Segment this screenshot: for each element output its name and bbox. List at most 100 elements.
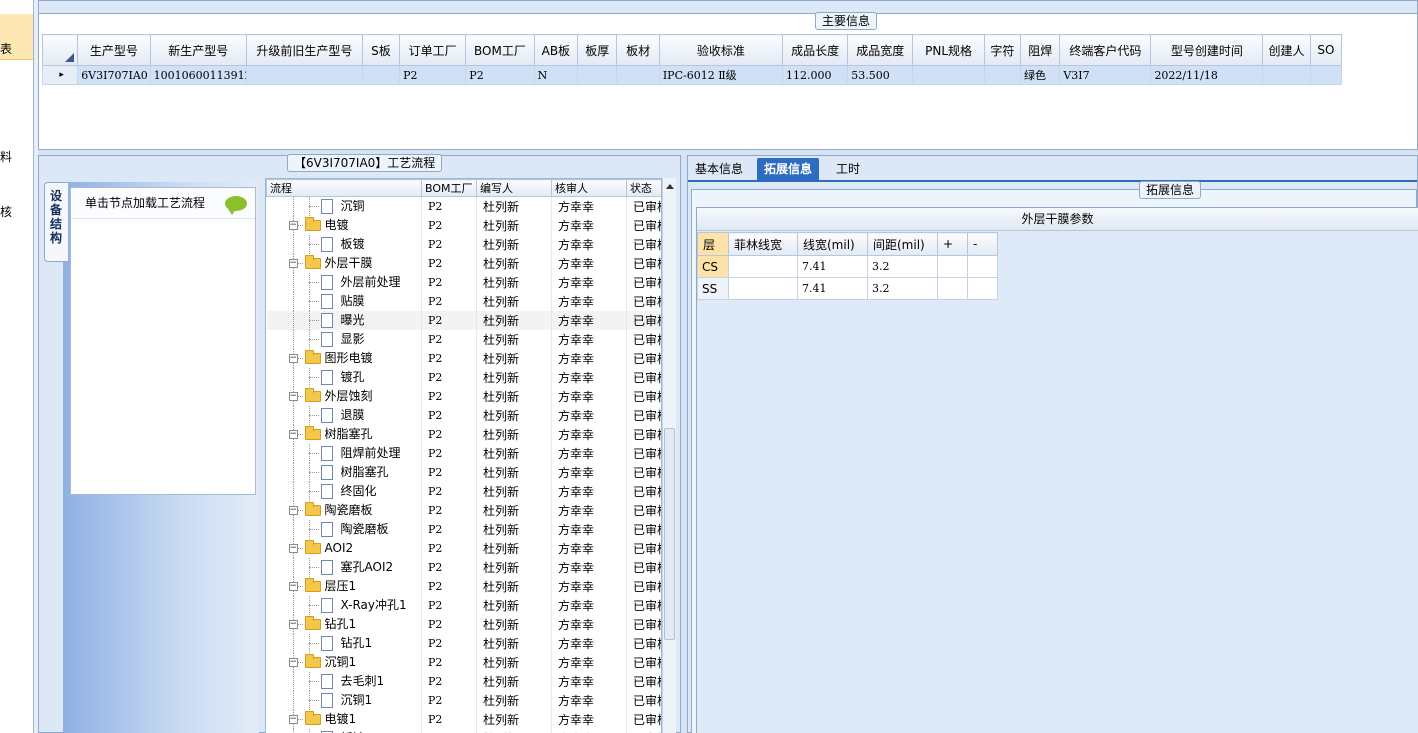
- tree-cell-bom[interactable]: P2: [421, 482, 477, 501]
- tree-cell-bom[interactable]: P2: [421, 501, 477, 520]
- tree-node-cell[interactable]: 外层前处理: [266, 273, 422, 292]
- tree-scrollbar[interactable]: [662, 178, 676, 733]
- tree-node-cell[interactable]: 沉铜: [266, 196, 422, 216]
- params-column-header[interactable]: +: [937, 232, 968, 256]
- collapse-toggle-icon[interactable]: −: [288, 544, 298, 553]
- tree-node[interactable]: − 陶瓷磨板: [267, 501, 421, 520]
- grid-cell[interactable]: [1262, 65, 1311, 85]
- params-cell[interactable]: SS: [697, 277, 729, 300]
- grid-cell[interactable]: [245, 65, 363, 85]
- tree-cell-status[interactable]: 已审核: [626, 273, 661, 292]
- hint-box[interactable]: 单击节点加载工艺流程: [70, 187, 256, 495]
- tree-cell-bom[interactable]: P2: [421, 672, 477, 691]
- grid-column-header[interactable]: 生产型号: [77, 34, 151, 66]
- tree-node[interactable]: 树脂塞孔: [267, 463, 421, 482]
- tree-node-cell[interactable]: 终固化: [266, 482, 422, 501]
- tree-cell-status[interactable]: 已审核: [626, 596, 661, 615]
- tree-cell-writer[interactable]: 杜列新: [476, 501, 552, 520]
- grid-column-header[interactable]: 阻焊: [1020, 34, 1061, 66]
- tree-cell-bom[interactable]: P2: [421, 368, 477, 387]
- grid-column-header[interactable]: 创建人: [1262, 34, 1311, 66]
- tree-node[interactable]: 退膜: [267, 406, 421, 425]
- tree-cell-writer[interactable]: 杜列新: [476, 292, 552, 311]
- tree-row[interactable]: 镀孔 P2杜列新方幸幸已审核: [266, 368, 661, 387]
- tree-node[interactable]: 阻焊前处理: [267, 444, 421, 463]
- tab-2[interactable]: 工时: [829, 158, 867, 180]
- tree-row[interactable]: 显影 P2杜列新方幸幸已审核: [266, 330, 661, 349]
- tree-cell-status[interactable]: 已审核: [626, 368, 661, 387]
- tree-node-cell[interactable]: 贴膜: [266, 292, 422, 311]
- tree-cell-status[interactable]: 已审核: [626, 254, 661, 273]
- tree-node-cell[interactable]: X-Ray冲孔1: [266, 596, 422, 615]
- collapse-toggle-icon[interactable]: −: [288, 259, 298, 268]
- tree-row[interactable]: − AOI2 P2杜列新方幸幸已审核: [266, 539, 661, 558]
- tree-row[interactable]: − 沉铜1 P2杜列新方幸幸已审核: [266, 653, 661, 672]
- tree-cell-status[interactable]: 已审核: [626, 710, 661, 729]
- tree-cell-reviewer[interactable]: 方幸幸: [551, 235, 627, 254]
- tree-cell-status[interactable]: 已审核: [626, 634, 661, 653]
- tree-node-cell[interactable]: − 陶瓷磨板: [266, 501, 422, 520]
- tree-node[interactable]: 板镀1: [267, 729, 421, 733]
- grid-cell[interactable]: V3I7: [1059, 65, 1152, 85]
- tree-node[interactable]: − 层压1: [267, 577, 421, 596]
- tree-row[interactable]: 曝光 P2杜列新方幸幸已审核: [266, 311, 661, 330]
- tree-cell-status[interactable]: 已审核: [626, 196, 661, 216]
- tree-cell-bom[interactable]: P2: [421, 596, 477, 615]
- tree-node[interactable]: X-Ray冲孔1: [267, 596, 421, 615]
- grid-corner[interactable]: [41, 34, 79, 66]
- tree-cell-writer[interactable]: 杜列新: [476, 216, 552, 235]
- tree-node-cell[interactable]: − 电镀1: [266, 710, 422, 729]
- grid-cell[interactable]: 绿色: [1020, 65, 1061, 85]
- tree-column-header[interactable]: 状态: [626, 179, 661, 197]
- grid-column-header[interactable]: SO: [1309, 34, 1343, 66]
- tree-node-cell[interactable]: 退膜: [266, 406, 422, 425]
- tree-cell-writer[interactable]: 杜列新: [476, 482, 552, 501]
- tree-row[interactable]: − 陶瓷磨板 P2杜列新方幸幸已审核: [266, 501, 661, 520]
- tree-node-cell[interactable]: − 电镀: [266, 216, 422, 235]
- tree-cell-status[interactable]: 已审核: [626, 729, 661, 733]
- params-column-header[interactable]: 菲林线宽: [728, 232, 798, 256]
- tree-cell-status[interactable]: 已审核: [626, 539, 661, 558]
- tree-cell-reviewer[interactable]: 方幸幸: [551, 710, 627, 729]
- tree-row[interactable]: 外层前处理 P2杜列新方幸幸已审核: [266, 273, 661, 292]
- params-cell[interactable]: [967, 255, 998, 278]
- tree-cell-reviewer[interactable]: 方幸幸: [551, 368, 627, 387]
- tree-node-cell[interactable]: 板镀1: [266, 729, 422, 733]
- tree-cell-reviewer[interactable]: 方幸幸: [551, 463, 627, 482]
- tree-cell-writer[interactable]: 杜列新: [476, 444, 552, 463]
- tree-cell-reviewer[interactable]: 方幸幸: [551, 577, 627, 596]
- tree-row[interactable]: 树脂塞孔 P2杜列新方幸幸已审核: [266, 463, 661, 482]
- grid-column-header[interactable]: 成品宽度: [847, 34, 914, 66]
- tree-cell-status[interactable]: 已审核: [626, 387, 661, 406]
- tree-node-cell[interactable]: 板镀: [266, 235, 422, 254]
- grid-column-header[interactable]: BOM工厂: [465, 34, 535, 66]
- grid-column-header[interactable]: 成品长度: [781, 34, 849, 66]
- tree-cell-bom[interactable]: P2: [421, 729, 477, 733]
- tree-row[interactable]: − 图形电镀 P2杜列新方幸幸已审核: [266, 349, 661, 368]
- table-row[interactable]: SS 7.41 3.2: [697, 277, 998, 300]
- tree-cell-status[interactable]: 已审核: [626, 311, 661, 330]
- params-cell[interactable]: CS: [697, 255, 729, 278]
- tree-cell-status[interactable]: 已审核: [626, 463, 661, 482]
- tree-cell-status[interactable]: 已审核: [626, 406, 661, 425]
- tree-row[interactable]: 退膜 P2杜列新方幸幸已审核: [266, 406, 661, 425]
- grid-column-header[interactable]: 板厚: [577, 34, 618, 66]
- tree-node[interactable]: − 图形电镀: [267, 349, 421, 368]
- tree-node-cell[interactable]: 陶瓷磨板: [266, 520, 422, 539]
- tree-cell-writer[interactable]: 杜列新: [476, 558, 552, 577]
- tree-node[interactable]: 去毛刺1: [267, 672, 421, 691]
- tree-cell-status[interactable]: 已审核: [626, 558, 661, 577]
- tree-node[interactable]: − 电镀: [267, 216, 421, 235]
- params-cell[interactable]: 7.41: [797, 277, 868, 300]
- tree-node[interactable]: 外层前处理: [267, 273, 421, 292]
- tree-row[interactable]: − 外层蚀刻 P2杜列新方幸幸已审核: [266, 387, 661, 406]
- tree-cell-reviewer[interactable]: 方幸幸: [551, 672, 627, 691]
- tree-cell-reviewer[interactable]: 方幸幸: [551, 292, 627, 311]
- params-column-header[interactable]: -: [967, 232, 998, 256]
- tree-cell-status[interactable]: 已审核: [626, 615, 661, 634]
- tree-cell-writer[interactable]: 杜列新: [476, 368, 552, 387]
- tree-column-header[interactable]: 编写人: [476, 179, 552, 197]
- tree-cell-reviewer[interactable]: 方幸幸: [551, 520, 627, 539]
- tree-cell-status[interactable]: 已审核: [626, 653, 661, 672]
- grid-column-header[interactable]: 型号创建时间: [1150, 34, 1264, 66]
